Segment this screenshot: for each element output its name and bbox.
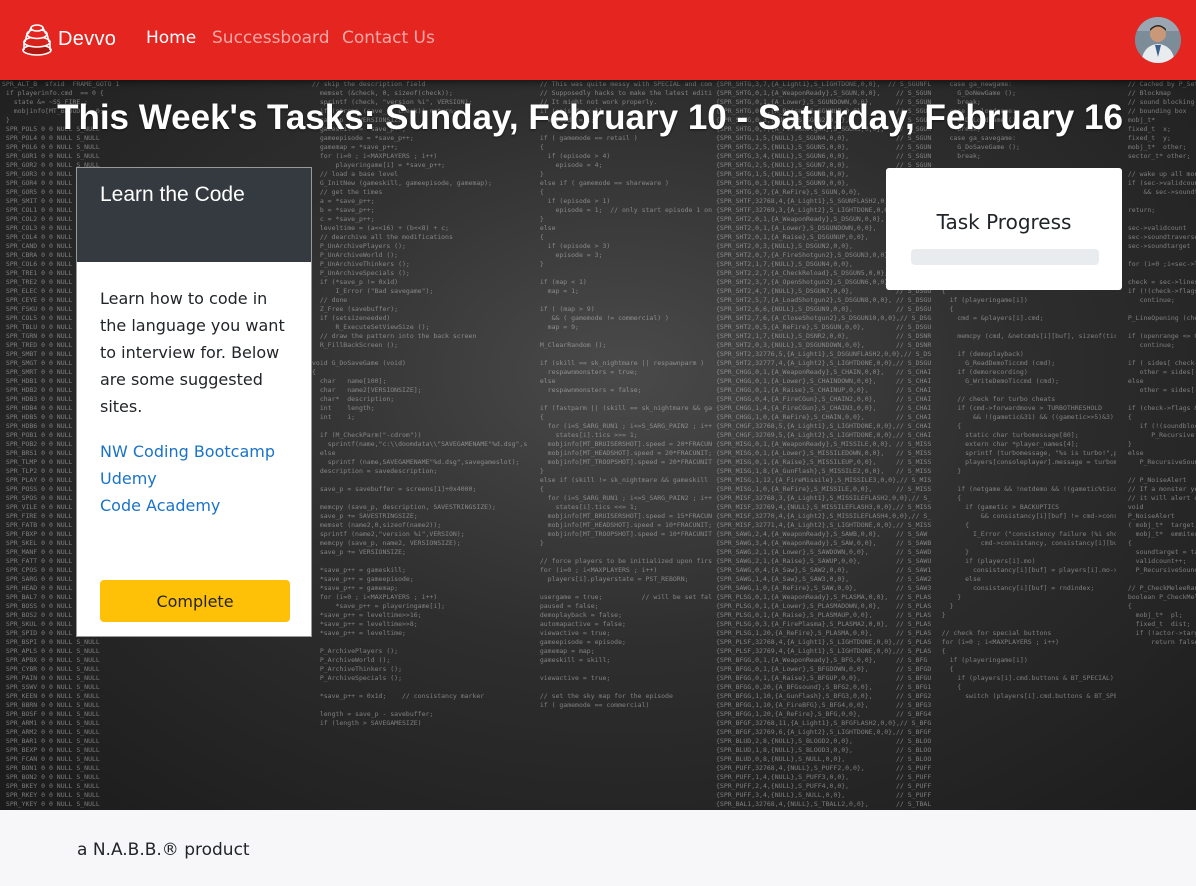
navbar: Devvo Home Successboard Contact Us bbox=[0, 0, 1196, 80]
suggested-sites-list: NW Coding Bootcamp Udemy Code Academy bbox=[100, 438, 300, 519]
user-avatar[interactable] bbox=[1135, 17, 1181, 63]
task-card-title: Learn the Code bbox=[100, 183, 245, 206]
task-card-description: Learn how to code in the language you wa… bbox=[100, 289, 285, 416]
task-card-header: Learn the Code bbox=[77, 168, 311, 262]
nav-link-home[interactable]: Home bbox=[146, 28, 196, 48]
task-progress-bar bbox=[911, 249, 1099, 265]
task-progress-title: Task Progress bbox=[936, 210, 1072, 234]
link-udemy[interactable]: Udemy bbox=[100, 465, 300, 492]
link-code-academy[interactable]: Code Academy bbox=[100, 492, 300, 519]
task-progress-card: Task Progress bbox=[886, 168, 1122, 290]
brand-link[interactable]: Devvo bbox=[20, 20, 116, 58]
complete-button[interactable]: Complete bbox=[100, 580, 290, 622]
week-tasks-title: This Week's Tasks: Sunday, February 10 -… bbox=[57, 98, 1123, 137]
footer: a N.A.B.B.® product bbox=[0, 810, 1196, 886]
footer-text: a N.A.B.B.® product bbox=[77, 840, 250, 860]
hero-section: SPR_ALT_B sfxid FRAME_GOTO 1 if playerin… bbox=[0, 80, 1196, 810]
link-nw-coding-bootcamp[interactable]: NW Coding Bootcamp bbox=[100, 438, 300, 465]
task-card-learn-the-code: Learn the Code Learn how to code in the … bbox=[76, 167, 312, 637]
background-code-texture: // This was quite messy with SPECIAL and… bbox=[539, 80, 712, 709]
background-code-texture: // skip the description field memset (&c… bbox=[312, 80, 527, 727]
nav-link-contact-us[interactable]: Contact Us bbox=[342, 28, 435, 48]
brand-name: Devvo bbox=[58, 27, 117, 50]
background-code-texture: // Cached by P_SetupLevel // Blockmap //… bbox=[1127, 80, 1196, 646]
brand-logo-icon bbox=[22, 24, 52, 56]
user-avatar-icon bbox=[1135, 17, 1181, 63]
nav-link-successboard[interactable]: Successboard bbox=[212, 28, 330, 48]
